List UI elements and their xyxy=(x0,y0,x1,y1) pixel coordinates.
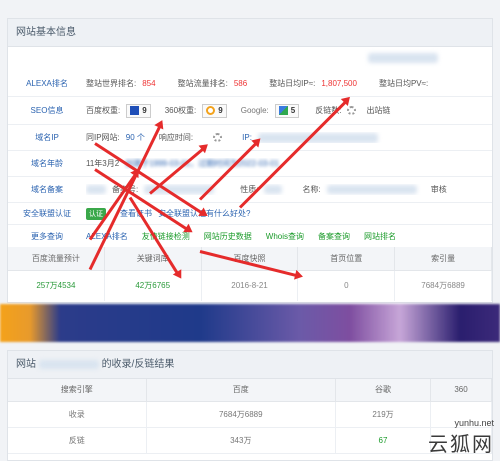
seo-label: SEO信息 xyxy=(30,106,64,115)
domain-name-blurred xyxy=(368,53,438,63)
google-pr-badge[interactable]: 5 xyxy=(274,103,300,118)
icp-name-blurred xyxy=(326,185,417,194)
website-info-title: 网站基本信息 xyxy=(8,19,492,47)
baidu-paw-icon xyxy=(130,106,140,115)
seo-row: SEO信息 百度权重: 9 360权重: 9 Google: 5 反链数: 出站… xyxy=(8,97,492,125)
domain-age-row: 域名年龄 11年3月2 创建于1999-03-01，过期时间为2022-03-0… xyxy=(8,151,492,177)
stats-header-index: 索引量 xyxy=(395,247,492,271)
icp-nature-blurred xyxy=(264,185,283,194)
s360-weight-label: 360权重: xyxy=(164,106,197,115)
icp-audit-label: 审核 xyxy=(430,185,447,194)
google-logo-icon xyxy=(278,106,288,115)
same-ip-label: 同IP网站: xyxy=(86,133,120,142)
row-google-indexed[interactable]: 219万 xyxy=(335,401,431,428)
more-link-history[interactable]: 网站历史数据 xyxy=(204,231,252,242)
more-link-icp[interactable]: 备案查询 xyxy=(318,231,350,242)
backlinks-domain-blurred xyxy=(38,359,99,369)
traffic-rank-value: 586 xyxy=(233,79,248,88)
alexa-label: ALEXA排名 xyxy=(26,79,68,88)
col-baidu: 百度 xyxy=(146,379,337,402)
stats-value-snapshot: 2016-8-21 xyxy=(202,271,299,301)
stats-header-snapshot: 百度快照 xyxy=(201,247,299,271)
col-engine: 搜索引擎 xyxy=(8,379,147,402)
col-google: 谷歌 xyxy=(335,379,431,402)
watermark-url: yunhu.net xyxy=(454,418,494,428)
blurred-ad-banner[interactable] xyxy=(0,304,500,342)
row-engine-backlinks: 反链 xyxy=(8,427,147,454)
row-baidu-indexed[interactable]: 7684万6889 xyxy=(146,401,337,428)
watermark-brand: 云狐网 xyxy=(428,432,494,456)
world-rank-value: 854 xyxy=(142,79,156,88)
site-watermark: yunhu.net 云狐网 xyxy=(428,418,494,457)
icp-blur-a xyxy=(86,185,106,194)
s360-weight-badge[interactable]: 9 xyxy=(202,103,227,118)
traffic-rank-label: 整站流量排名: xyxy=(177,79,228,88)
website-info-panel: 网站基本信息 ALEXA排名 整站世界排名: 854 整站流量排名: 586 整… xyxy=(7,18,493,303)
table-row: 反链 343万 67 xyxy=(8,427,493,454)
ip-value-blurred xyxy=(257,132,378,143)
google-pr-value: 5 xyxy=(290,106,296,115)
stats-header-homepage: 首页位置 xyxy=(298,247,396,271)
icp-label: 域名备案 xyxy=(31,185,63,194)
loading-spinner-icon xyxy=(347,106,357,115)
baidu-weight-value: 9 xyxy=(142,106,147,115)
outlinks-label: 出站链 xyxy=(366,106,391,115)
backlinks-title-suffix: 的收录/反链结果 xyxy=(101,359,175,370)
security-label: 安全联盟认证 xyxy=(23,209,71,218)
baidu-weight-label: 百度权重: xyxy=(86,106,121,115)
more-queries-row: 更多查询 ALEXA排名 友情链接检测 网站历史数据 Whois查询 备案查询 … xyxy=(8,225,492,247)
daily-ip-value: 1,807,500 xyxy=(321,79,357,88)
stats-header-keywords: 关键词库 xyxy=(104,247,202,271)
same-ip-value[interactable]: 90 个 xyxy=(126,132,145,143)
security-row: 安全联盟认证 认证 查看证书 安全联盟认证有什么好处? xyxy=(8,203,492,225)
daily-ip-label: 整站日均IP≈: xyxy=(269,79,316,88)
more-link-rank[interactable]: 网站排名 xyxy=(364,231,396,242)
more-queries-label: 更多查询 xyxy=(31,231,63,241)
s360-logo-icon xyxy=(206,106,216,115)
icp-name-label: 名称: xyxy=(302,185,321,194)
stats-value-keywords[interactable]: 42万6765 xyxy=(105,271,202,301)
response-spinner-icon xyxy=(213,133,223,142)
domain-dates-blurred: 创建于1999-03-01，过期时间为2022-03-01 xyxy=(125,159,280,168)
stats-grid: 百度流量预计 关键词库 百度快照 首页位置 索引量 257万4534 42万67… xyxy=(8,247,492,303)
s360-weight-value: 9 xyxy=(218,106,223,115)
stats-value-homepage: 0 xyxy=(298,271,396,301)
domain-age-value: 11年3月2 xyxy=(86,159,120,168)
alexa-row: ALEXA排名 整站世界排名: 854 整站流量排名: 586 整站日均IP≈:… xyxy=(8,71,492,97)
stats-value-traffic[interactable]: 257万4534 xyxy=(8,271,105,301)
row-engine-indexed: 收录 xyxy=(8,401,147,428)
backlinks-table: 搜索引擎 百度 谷歌 360 收录 7684万6889 219万 反链 343万… xyxy=(8,379,493,454)
domain-ip-label: 域名IP xyxy=(35,133,59,142)
daily-pv-label: 整站日均PV≈: xyxy=(378,79,429,88)
col-360: 360 xyxy=(430,379,493,402)
world-rank-label: 整站世界排名: xyxy=(86,79,137,88)
response-time-label: 响应时间: xyxy=(158,133,194,142)
backlinks-title-prefix: 网站 xyxy=(16,359,36,370)
row-google-backlinks[interactable]: 67 xyxy=(335,427,431,454)
row-baidu-backlinks[interactable]: 343万 xyxy=(146,427,337,454)
stats-value-index: 7684万6889 xyxy=(395,271,492,301)
domain-age-label: 域名年龄 xyxy=(31,159,63,168)
backlinks-panel: 网站 的收录/反链结果 搜索引擎 百度 谷歌 360 收录 7684万6889 … xyxy=(7,350,493,461)
more-link-whois[interactable]: Whois查询 xyxy=(266,231,304,242)
baidu-weight-badge[interactable]: 9 xyxy=(126,103,151,118)
google-pr-label: Google: xyxy=(240,106,269,115)
table-row: 收录 7684万6889 219万 xyxy=(8,401,493,428)
backlinks-title: 网站 的收录/反链结果 xyxy=(8,351,492,379)
